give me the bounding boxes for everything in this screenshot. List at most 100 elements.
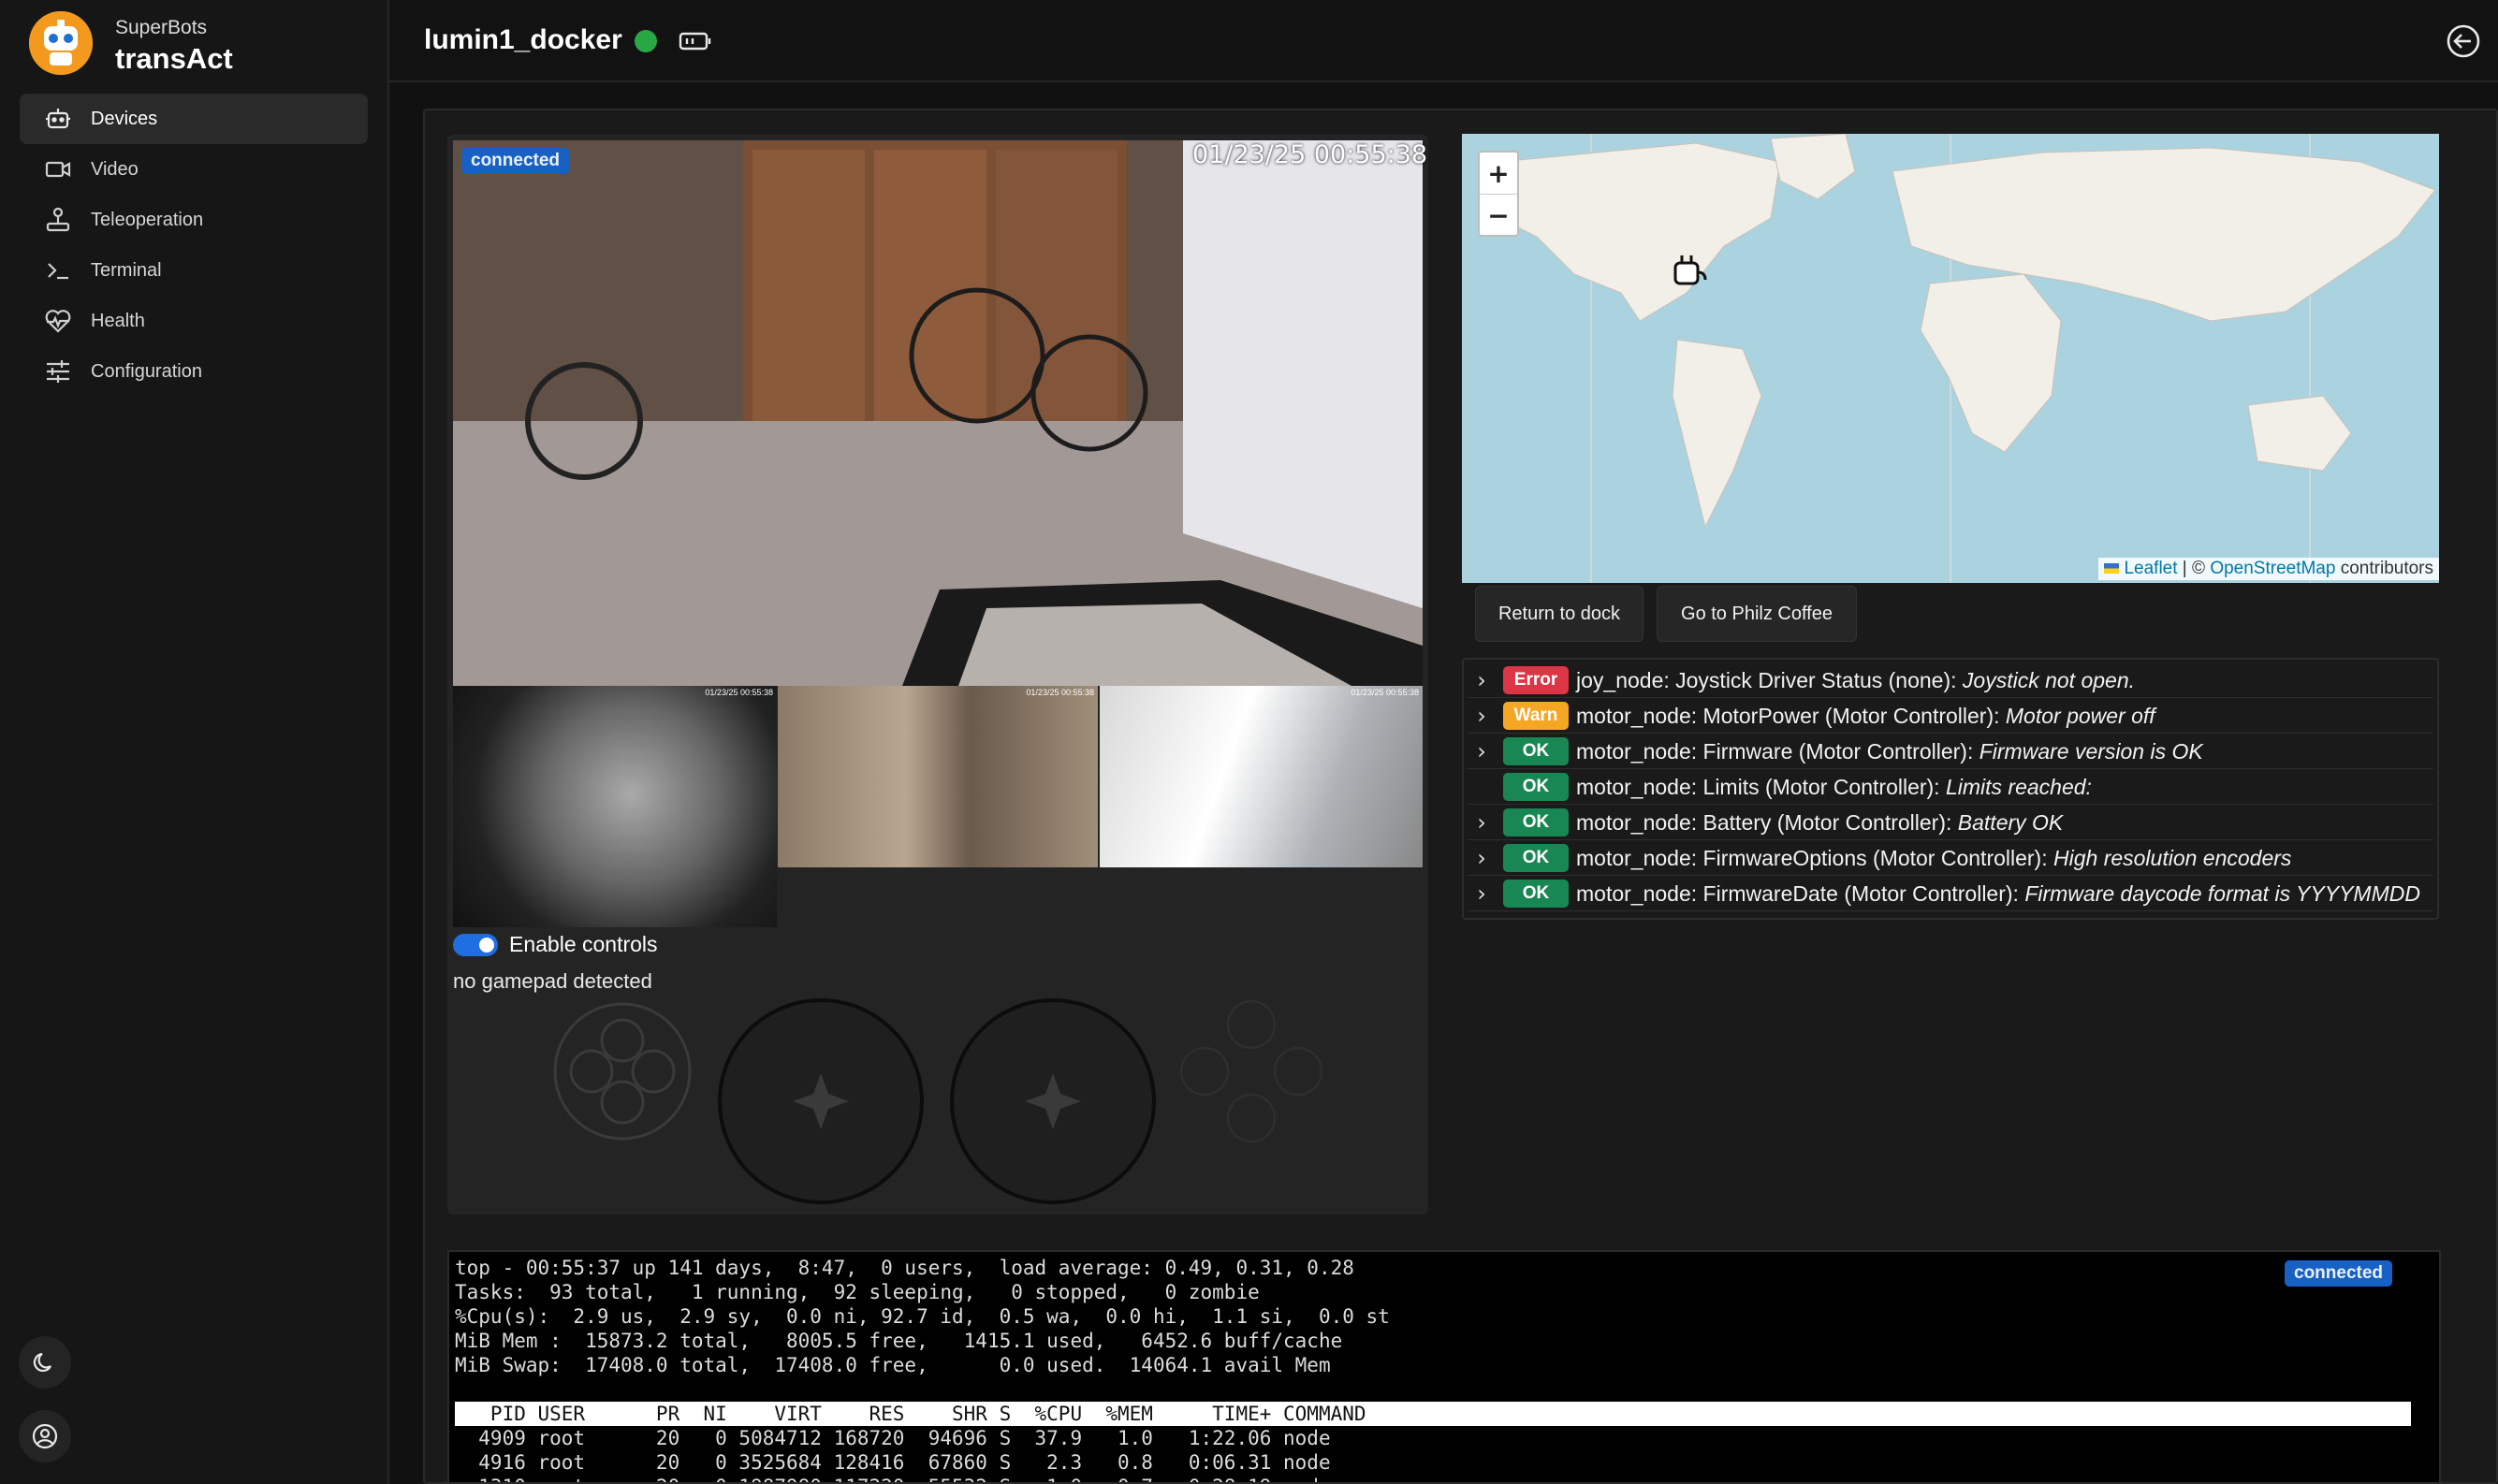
- health-detail: Battery OK: [1957, 809, 2064, 835]
- chevron-right-icon[interactable]: ›: [1468, 809, 1496, 836]
- face-buttons: [1179, 999, 1323, 1148]
- chevron-right-icon[interactable]: ›: [1468, 738, 1496, 764]
- enable-controls-label: Enable controls: [509, 932, 658, 956]
- main-camera-feed[interactable]: [453, 140, 1423, 686]
- health-node: motor_node: FirmwareOptions (Motor Contr…: [1576, 845, 2053, 870]
- camera-thumbnail-1[interactable]: 01/23/25 00:55:38: [453, 686, 777, 927]
- user-account-button[interactable]: [19, 1410, 71, 1462]
- map-zoom-controls: + −: [1478, 151, 1519, 237]
- terminal-line: top - 00:55:37 up 141 days, 8:47, 0 user…: [455, 1257, 1354, 1279]
- heart-pulse-icon: [42, 305, 74, 337]
- attribution-separator: | ©: [2177, 559, 2211, 578]
- health-row[interactable]: › OK motor_node: Battery (Motor Controller…: [1468, 806, 2433, 840]
- sidebar-item-teleoperation[interactable]: Teleoperation: [20, 195, 368, 245]
- dpad-control: [552, 1001, 693, 1146]
- brand-company: SuperBots: [115, 17, 208, 38]
- health-row[interactable]: › OK motor_node: FirmwareOptions (Motor Co…: [1468, 841, 2433, 876]
- online-status-dot: [635, 30, 657, 52]
- terminal-line: Tasks: 93 total, 1 running, 92 sleeping,…: [455, 1281, 1260, 1303]
- sidebar-item-devices[interactable]: Devices: [20, 94, 368, 144]
- sidebar-item-configuration[interactable]: Configuration: [20, 346, 368, 397]
- gamepad-status: no gamepad detected: [453, 969, 652, 993]
- health-detail: Joystick not open.: [1962, 667, 2136, 692]
- map-view[interactable]: [1462, 134, 2439, 583]
- health-message: motor_node: FirmwareOptions (Motor Contr…: [1576, 846, 2291, 871]
- health-message: motor_node: Limits (Motor Controller): L…: [1576, 775, 2092, 800]
- chevron-right-icon[interactable]: ›: [1468, 880, 1496, 907]
- left-joystick[interactable]: [716, 997, 926, 1211]
- health-node: motor_node: Battery (Motor Controller):: [1576, 809, 1958, 835]
- openstreetmap-link[interactable]: OpenStreetMap: [2210, 559, 2335, 578]
- enable-controls-toggle[interactable]: [453, 934, 498, 956]
- terminal-header-line: PID USER PR NI VIRT RES SHR S %CPU %MEM …: [489, 1403, 1366, 1425]
- health-node: motor_node: FirmwareDate (Motor Controll…: [1576, 880, 2025, 906]
- video-status-badge: connected: [461, 148, 570, 174]
- health-message: motor_node: Battery (Motor Controller): …: [1576, 810, 2063, 836]
- health-row[interactable]: › Warn motor_node: MotorPower (Motor Contr…: [1468, 699, 2433, 734]
- health-detail: Firmware version is OK: [1979, 738, 2203, 764]
- robot-logo-icon: [29, 11, 93, 75]
- video-timestamp: 01/23/25 00:55:38: [1192, 140, 1428, 169]
- terminal-line: 1310 root 20 0 1987980 117220 55532 S 1.…: [455, 1476, 1330, 1482]
- health-diagnostics-list: › Error joy_node: Joystick Driver Status (…: [1462, 658, 2439, 920]
- health-row[interactable]: › OK motor_node: Firmware (Motor Controlle…: [1468, 735, 2433, 769]
- health-row[interactable]: › Error joy_node: Joystick Driver Status (…: [1468, 663, 2433, 698]
- sidebar-item-label: Teleoperation: [91, 209, 204, 230]
- chevron-right-icon[interactable]: ›: [1468, 703, 1496, 729]
- camera-thumbnail-3[interactable]: 01/23/25 00:55:38: [1100, 686, 1423, 867]
- health-message: motor_node: FirmwareDate (Motor Controll…: [1576, 881, 2420, 907]
- brand-product: transAct: [115, 42, 233, 75]
- theme-toggle-button[interactable]: [19, 1336, 71, 1389]
- leaflet-link[interactable]: Leaflet: [2124, 559, 2177, 578]
- sidebar-item-label: Video: [91, 158, 139, 180]
- health-node: joy_node: Joystick Driver Status (none):: [1576, 667, 1963, 692]
- sidebar-item-terminal[interactable]: Terminal: [20, 245, 368, 296]
- health-message: motor_node: MotorPower (Motor Controller…: [1576, 704, 2155, 729]
- chevron-right-icon[interactable]: ›: [1468, 845, 1496, 871]
- arrow-left-circle-icon: [2447, 24, 2480, 58]
- thumbnail-timestamp: 01/23/25 00:55:38: [1026, 688, 1094, 697]
- terminal-line: 4916 root 20 0 3525684 128416 67860 S 2.…: [478, 1451, 1331, 1474]
- ukraine-flag-icon: [2104, 563, 2120, 575]
- sidebar-item-label: Health: [91, 310, 145, 331]
- terminal-line: MiB Swap: 17408.0 total, 17408.0 free, 0…: [455, 1354, 1331, 1376]
- health-detail: Motor power off: [2005, 703, 2155, 728]
- zoom-out-button[interactable]: −: [1480, 195, 1517, 236]
- header: lumin1_docker: [389, 0, 2498, 82]
- attribution-tail: contributors: [2335, 559, 2433, 578]
- status-badge: Error: [1503, 666, 1569, 694]
- status-badge: OK: [1503, 737, 1569, 765]
- sidebar-item-label: Terminal: [91, 259, 162, 281]
- go-to-philz-coffee-button[interactable]: Go to Philz Coffee: [1657, 586, 1857, 642]
- back-button[interactable]: [2445, 22, 2482, 65]
- health-node: motor_node: Firmware (Motor Controller):: [1576, 738, 1979, 764]
- health-row[interactable]: › OK motor_node: FirmwareDate (Motor Contr…: [1468, 877, 2433, 911]
- status-badge: Warn: [1503, 702, 1569, 730]
- video-icon: [42, 153, 74, 185]
- health-detail: Limits reached:: [1945, 774, 2092, 799]
- health-detail: High resolution encoders: [2053, 845, 2292, 870]
- thumbnail-timestamp: 01/23/25 00:55:38: [705, 688, 773, 697]
- status-badge: OK: [1503, 844, 1569, 872]
- sliders-icon: [42, 356, 74, 387]
- sidebar-item-health[interactable]: Health: [20, 296, 368, 346]
- sidebar-item-label: Devices: [91, 108, 158, 129]
- zoom-in-button[interactable]: +: [1480, 153, 1517, 195]
- chevron-right-icon[interactable]: ›: [1468, 667, 1496, 693]
- sidebar-item-video[interactable]: Video: [20, 144, 368, 195]
- return-to-dock-button[interactable]: Return to dock: [1475, 586, 1643, 642]
- right-joystick[interactable]: [948, 997, 1158, 1211]
- user-icon: [32, 1423, 58, 1449]
- status-badge: OK: [1503, 808, 1569, 837]
- terminal-status-badge: connected: [2285, 1260, 2393, 1287]
- health-message: joy_node: Joystick Driver Status (none):…: [1576, 668, 2135, 693]
- device-battery-icon[interactable]: [679, 28, 712, 59]
- terminal-panel[interactable]: top - 00:55:37 up 141 days, 8:47, 0 user…: [447, 1250, 2441, 1484]
- status-badge: OK: [1503, 880, 1569, 908]
- thumbnail-timestamp: 01/23/25 00:55:38: [1351, 688, 1419, 697]
- joystick-icon: [42, 204, 74, 236]
- status-badge: OK: [1503, 773, 1569, 801]
- camera-thumbnail-2[interactable]: 01/23/25 00:55:38: [778, 686, 1098, 867]
- health-message: motor_node: Firmware (Motor Controller):…: [1576, 739, 2203, 764]
- health-row: OK motor_node: Limits (Motor Controller):…: [1468, 770, 2433, 805]
